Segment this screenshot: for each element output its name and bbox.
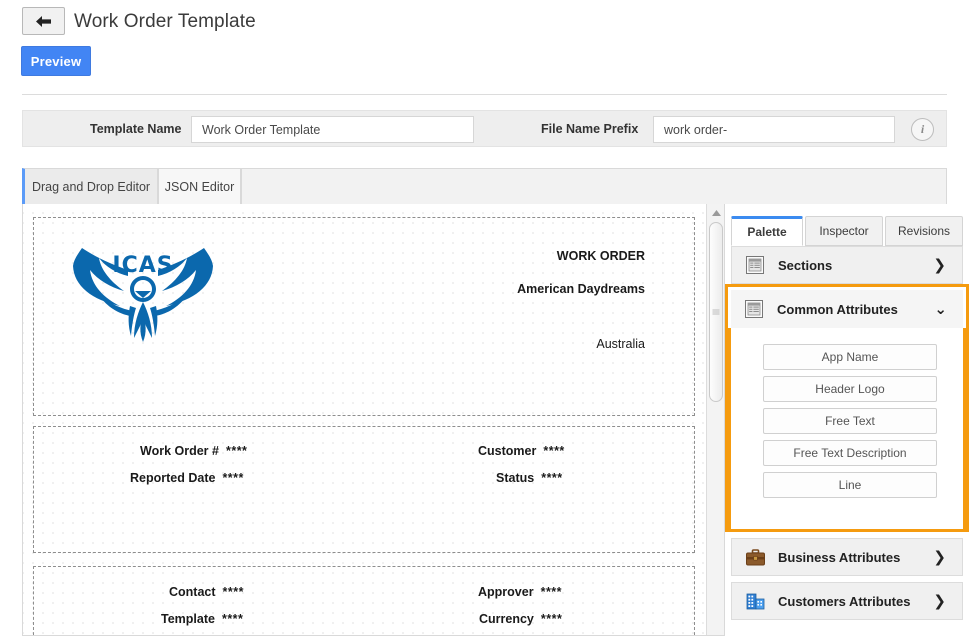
canvas-field-work-order-number[interactable]: Work Order # ****	[140, 444, 247, 458]
field-label: Customer	[478, 444, 537, 458]
field-value: ****	[540, 612, 563, 626]
template-canvas[interactable]: ICAS WORK ORDER American Daydreams Austr…	[23, 204, 707, 635]
right-panel: Palette Inspector Revisions Sections ❯ C…	[725, 204, 969, 636]
top-bar: Work Order Template Preview	[0, 0, 969, 95]
scroll-thumb-grip-icon	[712, 309, 720, 315]
tab-revisions[interactable]: Revisions	[885, 216, 963, 246]
chevron-right-icon: ❯	[933, 256, 946, 274]
field-label: Approver	[478, 585, 534, 599]
accordion-sections[interactable]: Sections ❯	[731, 246, 963, 284]
canvas-section-contacts[interactable]	[33, 566, 695, 635]
template-meta-bar: Template Name File Name Prefix i	[22, 110, 947, 147]
accordion-label: Customers Attributes	[778, 593, 911, 609]
template-name-input[interactable]	[191, 116, 474, 143]
canvas-section-details[interactable]	[33, 426, 695, 553]
header-divider	[22, 94, 947, 95]
canvas-field-contact[interactable]: Contact ****	[169, 585, 244, 599]
field-label: Reported Date	[130, 471, 216, 485]
palette-item-app-name[interactable]: App Name	[763, 344, 937, 370]
table-document-icon	[745, 299, 765, 319]
page-title: Work Order Template	[74, 11, 256, 32]
building-icon	[746, 591, 766, 611]
preview-button[interactable]: Preview	[21, 46, 91, 76]
canvas-section-header[interactable]: ICAS WORK ORDER American Daydreams Austr…	[33, 217, 695, 416]
canvas-field-customer[interactable]: Customer ****	[478, 444, 565, 458]
field-label: Work Order #	[140, 444, 219, 458]
field-value: ****	[225, 444, 248, 458]
field-value: ****	[222, 585, 244, 599]
file-name-prefix-input[interactable]	[653, 116, 895, 143]
chevron-right-icon: ❯	[933, 592, 946, 610]
canvas-country[interactable]: Australia	[596, 337, 645, 351]
briefcase-icon	[746, 547, 766, 567]
accordion-label: Sections	[778, 257, 833, 273]
canvas-field-template[interactable]: Template ****	[161, 612, 243, 626]
accordion-label: Business Attributes	[778, 549, 901, 565]
tab-drag-and-drop-editor[interactable]: Drag and Drop Editor	[22, 168, 158, 204]
field-label: Template	[161, 612, 215, 626]
tab-palette[interactable]: Palette	[731, 216, 803, 246]
header-logo[interactable]: ICAS	[68, 246, 218, 346]
template-canvas-area[interactable]: ICAS WORK ORDER American Daydreams Austr…	[22, 204, 725, 636]
editor-tabs-filler	[241, 168, 947, 204]
info-icon[interactable]: i	[911, 118, 934, 141]
tab-json-editor[interactable]: JSON Editor	[158, 168, 241, 204]
field-label: Contact	[169, 585, 216, 599]
chevron-right-icon: ❯	[933, 548, 946, 566]
canvas-vertical-scrollbar[interactable]	[706, 204, 724, 635]
palette-item-free-text-description[interactable]: Free Text Description	[763, 440, 937, 466]
file-name-prefix-label: File Name Prefix	[541, 122, 639, 136]
template-name-label: Template Name	[90, 122, 182, 136]
svg-text:ICAS: ICAS	[112, 253, 173, 278]
field-label: Status	[496, 471, 535, 485]
right-panel-tabs: Palette Inspector Revisions	[725, 216, 969, 246]
canvas-field-approver[interactable]: Approver ****	[478, 585, 562, 599]
accordion-business-attributes[interactable]: Business Attributes ❯	[731, 538, 963, 576]
accordion-common-attributes[interactable]: Common Attributes ⌄	[731, 290, 963, 328]
field-value: ****	[221, 612, 244, 626]
editor-tabs: Drag and Drop Editor JSON Editor	[22, 168, 947, 204]
icas-logo-icon: ICAS	[73, 248, 213, 342]
canvas-field-currency[interactable]: Currency ****	[479, 612, 562, 626]
field-value: ****	[540, 585, 563, 599]
field-value: ****	[541, 471, 563, 485]
app-root: Work Order Template Preview Template Nam…	[0, 0, 969, 636]
canvas-field-status[interactable]: Status ****	[496, 471, 563, 485]
scroll-up-arrow-icon[interactable]	[709, 206, 723, 220]
back-arrow-icon	[36, 15, 51, 27]
back-button[interactable]	[22, 7, 65, 35]
common-attributes-panel: App Name Header Logo Free Text Free Text…	[728, 328, 966, 529]
table-document-icon	[746, 255, 766, 275]
canvas-work-order-title[interactable]: WORK ORDER	[557, 249, 645, 263]
chevron-down-icon: ⌄	[934, 300, 947, 318]
palette-item-line[interactable]: Line	[763, 472, 937, 498]
field-label: Currency	[479, 612, 534, 626]
canvas-company-name[interactable]: American Daydreams	[517, 282, 645, 296]
palette-item-free-text[interactable]: Free Text	[763, 408, 937, 434]
field-value: ****	[222, 471, 244, 485]
scrollbar-thumb[interactable]	[709, 222, 723, 402]
accordion-customers-attributes[interactable]: Customers Attributes ❯	[731, 582, 963, 620]
field-value: ****	[543, 444, 565, 458]
canvas-field-reported-date[interactable]: Reported Date ****	[130, 471, 244, 485]
accordion-label: Common Attributes	[777, 301, 898, 317]
palette-item-header-logo[interactable]: Header Logo	[763, 376, 937, 402]
tab-inspector[interactable]: Inspector	[805, 216, 883, 246]
